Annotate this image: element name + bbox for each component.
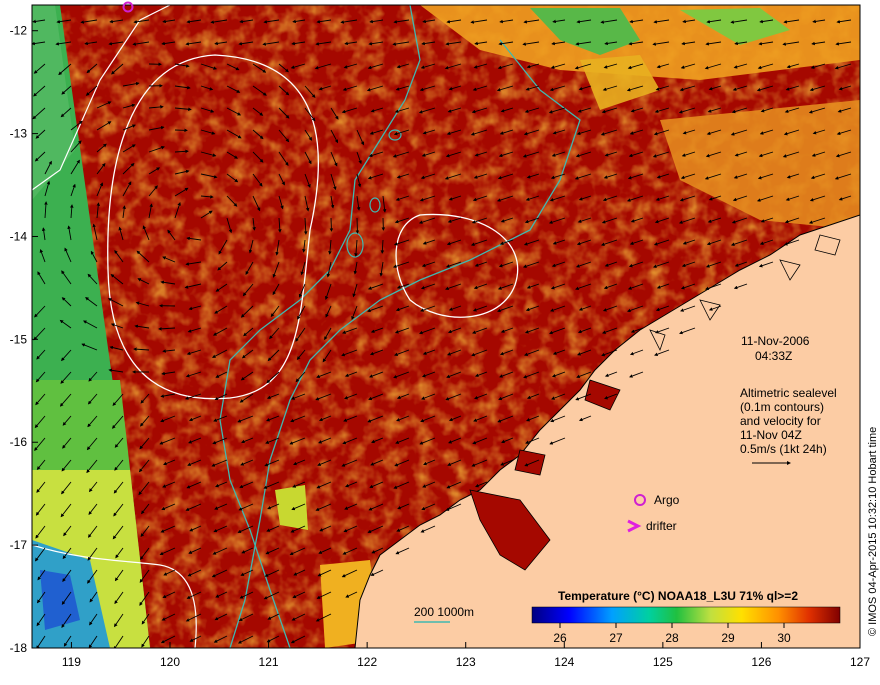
info-line-5: 0.5m/s (1kt 24h) bbox=[740, 442, 827, 456]
lat-tick-label: -14 bbox=[10, 229, 28, 243]
lat-tick-label: -18 bbox=[10, 641, 28, 655]
velocity-arrow bbox=[331, 218, 332, 231]
isobath-key-label: 200 1000m bbox=[414, 605, 474, 619]
time-label: 04:33Z bbox=[755, 349, 792, 363]
lon-tick-label: 124 bbox=[554, 655, 574, 669]
lon-tick-label: 121 bbox=[259, 655, 279, 669]
lon-tick-label: 120 bbox=[160, 655, 180, 669]
colorbar bbox=[532, 607, 840, 623]
lat-tick-label: -12 bbox=[10, 24, 28, 38]
sst-map-figure: 119 120 121 122 123 124 125 126 127 -12 -13 -14 -15 -… bbox=[0, 0, 880, 680]
lat-tick-label: -16 bbox=[10, 435, 28, 449]
lon-tick-label: 127 bbox=[850, 655, 870, 669]
colorbar-tick-label: 29 bbox=[721, 631, 735, 645]
lon-tick-label: 126 bbox=[751, 655, 771, 669]
info-line-4: 11-Nov 04Z bbox=[740, 428, 802, 442]
lat-tick-label: -15 bbox=[10, 332, 28, 346]
colorbar-tick-label: 27 bbox=[609, 631, 623, 645]
lat-tick-label: -17 bbox=[10, 538, 28, 552]
drifter-legend-label: drifter bbox=[646, 519, 677, 533]
velocity-arrow bbox=[357, 218, 358, 233]
colorbar-tick-label: 28 bbox=[665, 631, 679, 645]
lon-tick-label: 122 bbox=[357, 655, 377, 669]
argo-legend-label: Argo bbox=[654, 493, 680, 507]
lon-tick-label: 123 bbox=[456, 655, 476, 669]
lon-tick-label: 119 bbox=[62, 655, 81, 669]
lat-tick-label: -13 bbox=[10, 127, 28, 141]
warm-patch bbox=[275, 485, 308, 530]
colorbar-tick-label: 30 bbox=[777, 631, 791, 645]
plot-area bbox=[32, 5, 860, 649]
info-line-1: Altimetric sealevel bbox=[740, 386, 837, 400]
info-line-3: and velocity for bbox=[740, 414, 821, 428]
lon-tick-label: 125 bbox=[653, 655, 673, 669]
copyright-stamp: © IMOS 04-Apr-2015 10:32:10 Hobart time bbox=[867, 427, 879, 636]
date-label: 11-Nov-2006 bbox=[741, 334, 810, 348]
colorbar-tick-label: 26 bbox=[553, 631, 567, 645]
info-line-2: (0.1m contours) bbox=[740, 400, 824, 414]
colorbar-title: Temperature (°C) NOAA18_L3U 71% ql>=2 bbox=[558, 589, 798, 603]
map-canvas: 119 120 121 122 123 124 125 126 127 -12 -13 -14 -15 -… bbox=[0, 0, 880, 680]
